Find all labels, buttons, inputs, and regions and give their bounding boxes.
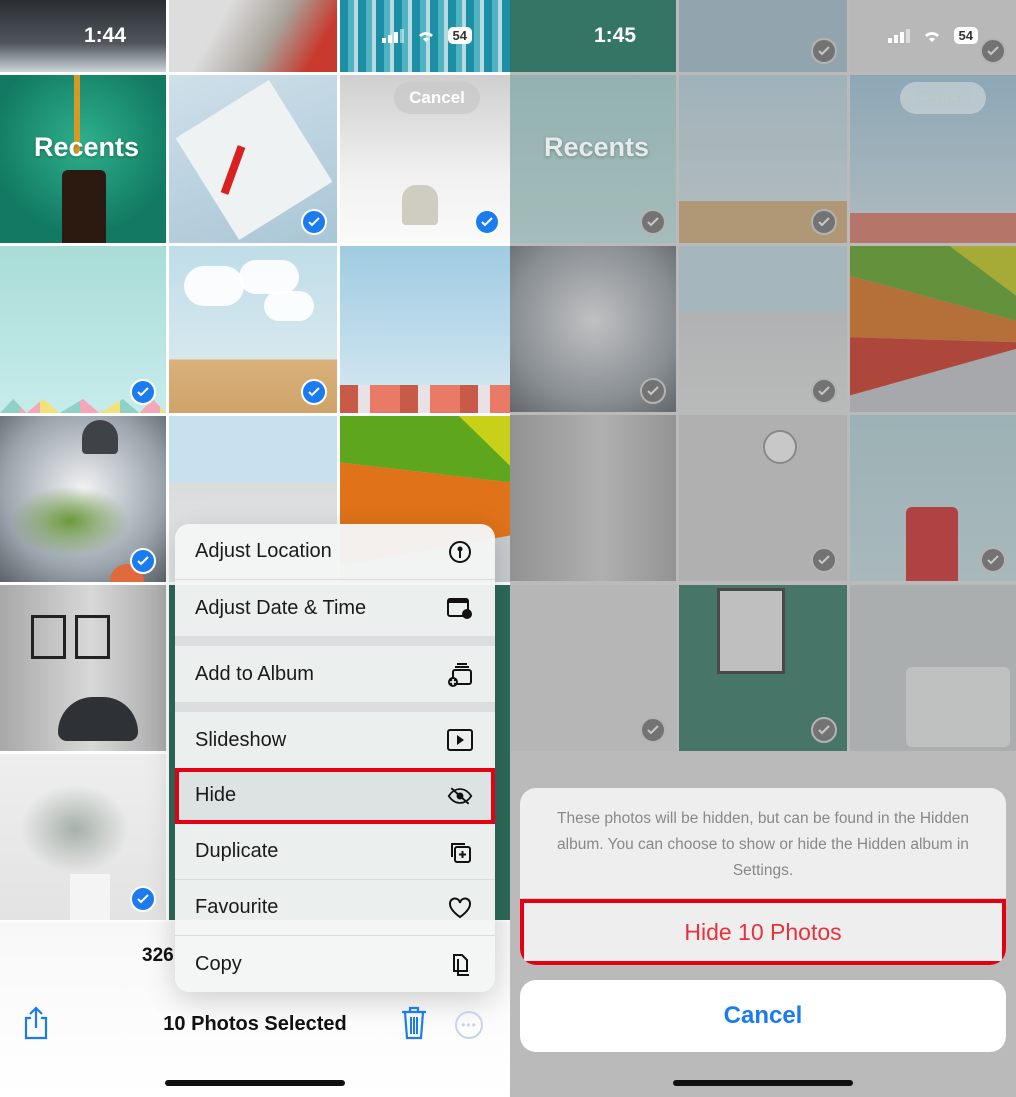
add-album-icon <box>447 661 473 687</box>
calendar-clock-icon <box>447 595 473 621</box>
menu-item-label: Duplicate <box>195 840 279 862</box>
menu-separator <box>175 636 495 646</box>
photo-thumbnail[interactable] <box>169 75 337 243</box>
menu-item-label: Adjust Location <box>195 540 332 562</box>
photo-thumbnail[interactable] <box>0 585 166 751</box>
photo-count-text: 326 <box>142 945 174 966</box>
status-icons: 54 <box>887 27 978 44</box>
copy-icon <box>447 951 473 977</box>
play-icon <box>447 727 473 753</box>
eye-slash-icon <box>447 783 473 809</box>
menu-item-slideshow[interactable]: Slideshow <box>175 712 495 768</box>
status-icons: 54 <box>381 27 472 44</box>
duplicate-icon <box>447 839 473 865</box>
cancel-selection-button: Cancel <box>900 82 986 114</box>
battery-indicator: 54 <box>447 27 472 44</box>
photo-thumbnail[interactable] <box>169 0 337 72</box>
menu-item-label: Favourite <box>195 896 279 918</box>
photo-thumbnail[interactable] <box>0 416 166 582</box>
left-phone-screen: 1:44 54 Recents Cancel 326 Adjust Locati… <box>0 0 510 1097</box>
selected-check-icon <box>130 886 156 912</box>
menu-item-copy[interactable]: Copy <box>175 936 495 992</box>
selection-count-label: 10 Photos Selected <box>163 1013 347 1035</box>
menu-item-add-to-album[interactable]: Add to Album <box>175 646 495 702</box>
status-time: 1:44 <box>83 24 127 47</box>
status-time: 1:45 <box>593 24 637 47</box>
menu-item-hide[interactable]: Hide <box>175 768 495 824</box>
menu-item-label: Copy <box>195 952 242 975</box>
home-indicator <box>673 1080 853 1086</box>
photo-thumbnail[interactable] <box>340 246 510 413</box>
photo-thumbnail[interactable] <box>0 246 166 413</box>
cellular-signal-icon <box>381 28 404 43</box>
hide-confirmation-sheet: These photos will be hidden, but can be … <box>520 788 1006 965</box>
wifi-icon <box>418 31 433 42</box>
selected-check-icon <box>301 209 327 235</box>
page-title: Recents <box>34 132 140 162</box>
heart-icon <box>447 895 473 921</box>
menu-item-label: Add to Album <box>195 662 314 685</box>
menu-item-label: Hide <box>195 784 237 806</box>
selected-check-icon <box>130 548 156 574</box>
battery-indicator: 54 <box>953 27 978 44</box>
menu-item-adjust-location[interactable]: Adjust Location <box>175 524 495 580</box>
photo-thumbnail[interactable] <box>0 754 166 920</box>
sheet-message: These photos will be hidden, but can be … <box>520 788 1006 899</box>
context-menu: Adjust Location Adjust Date & Time Add t… <box>175 524 495 992</box>
selected-check-icon <box>474 209 500 235</box>
photo-thumbnail[interactable] <box>169 246 337 413</box>
ellipsis-circle-icon[interactable]: ••• <box>455 1011 483 1039</box>
right-phone-screen: 1:45 54 Recents Cancel These photos will… <box>510 0 1016 1097</box>
menu-separator <box>175 702 495 712</box>
sheet-cancel-button[interactable]: Cancel <box>520 980 1006 1052</box>
home-indicator <box>165 1080 345 1086</box>
wifi-icon <box>924 31 939 42</box>
hide-photos-button[interactable]: Hide 10 Photos <box>520 899 1006 965</box>
menu-item-label: Slideshow <box>195 728 287 751</box>
menu-item-adjust-date-time[interactable]: Adjust Date & Time <box>175 580 495 636</box>
cancel-selection-button[interactable]: Cancel <box>394 82 480 114</box>
menu-item-favourite[interactable]: Favourite <box>175 880 495 936</box>
menu-item-duplicate[interactable]: Duplicate <box>175 824 495 880</box>
page-title: Recents <box>544 132 650 162</box>
location-pin-icon <box>447 539 473 565</box>
menu-item-label: Adjust Date & Time <box>195 596 367 619</box>
cellular-signal-icon <box>887 28 910 43</box>
trash-icon[interactable] <box>400 1006 428 1045</box>
selected-check-icon <box>130 379 156 405</box>
selected-check-icon <box>301 379 327 405</box>
